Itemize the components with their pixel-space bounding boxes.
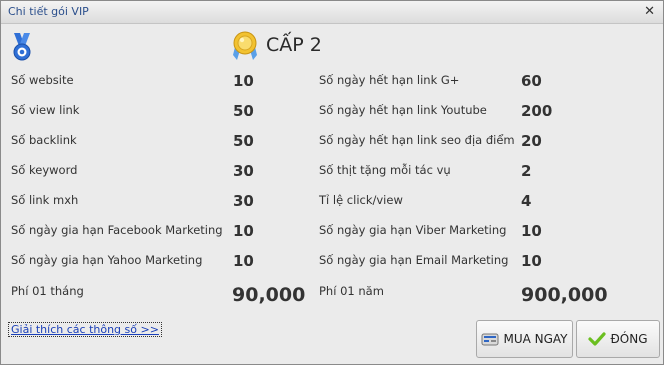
stat-row-youtube-expiry: Số ngày hết hạn link Youtube (319, 103, 487, 123)
stat-value: 50 (233, 132, 254, 150)
stat-label: Số ngày gia hạn Yahoo Marketing (11, 253, 203, 267)
buy-now-button[interactable]: MUA NGAY (476, 320, 573, 358)
stat-row-gplus-expiry: Số ngày hết hạn link G+ (319, 73, 459, 93)
stat-label: Số ngày hết hạn link Youtube (319, 103, 487, 117)
stat-row-email-days: Số ngày gia hạn Email Marketing (319, 253, 508, 273)
stat-label: Số website (11, 73, 74, 87)
stat-row-click-view-ratio: Tỉ lệ click/view (319, 193, 403, 213)
stat-value: 10 (233, 252, 254, 270)
stat-row-social-link: Số link mxh (11, 193, 78, 213)
stat-row-view-link: Số view link (11, 103, 79, 123)
monthly-fee-label: Phí 01 tháng (11, 284, 84, 298)
explain-parameters-link[interactable]: Giải thích các thông số >> (8, 322, 162, 337)
stat-value: 200 (521, 102, 553, 120)
level-title: CẤP 2 (266, 34, 322, 56)
stat-value: 50 (233, 102, 254, 120)
stat-row-facebook-days: Số ngày gia hạn Facebook Marketing (11, 223, 223, 243)
stat-label: Số ngày hết hạn link G+ (319, 73, 460, 87)
stat-value: 4 (521, 192, 532, 210)
stat-value: 30 (233, 192, 254, 210)
window-title: Chi tiết gói VIP (8, 5, 89, 18)
stat-value: 10 (521, 222, 542, 240)
stat-label: Số view link (11, 103, 80, 117)
stat-label: Số ngày hết hạn link seo địa điểm (319, 133, 515, 147)
close-button[interactable]: ĐÓNG (576, 320, 660, 358)
stat-label: Số backlink (11, 133, 77, 147)
buy-now-label: MUA NGAY (503, 332, 568, 346)
stat-label: Số link mxh (11, 193, 79, 207)
stat-value: 20 (521, 132, 542, 150)
stat-row-viber-days: Số ngày gia hạn Viber Marketing (319, 223, 506, 243)
vip-details-window: Chi tiết gói VIP ✕ CẤP 2 Số website 10 S… (0, 0, 664, 365)
stat-label: Số ngày gia hạn Email Marketing (319, 253, 509, 267)
stat-value: 10 (233, 222, 254, 240)
title-bar: Chi tiết gói VIP ✕ (1, 1, 663, 24)
stat-label: Số ngày gia hạn Facebook Marketing (11, 223, 223, 237)
close-label: ĐÓNG (610, 332, 648, 346)
stat-row-local-seo-expiry: Số ngày hết hạn link seo địa điểm (319, 133, 515, 153)
stat-value: 30 (233, 162, 254, 180)
yearly-fee-row: Phí 01 năm (319, 284, 384, 304)
gold-badge-icon (229, 31, 261, 65)
stat-label: Số keyword (11, 163, 78, 177)
yearly-fee-label: Phí 01 năm (319, 284, 384, 298)
monthly-fee-row: Phí 01 tháng (11, 284, 84, 304)
yearly-fee-value: 900,000 (521, 284, 608, 306)
dialog-body: CẤP 2 Số website 10 Số view link 50 Số b… (1, 24, 663, 364)
stat-row-backlink: Số backlink (11, 133, 77, 153)
stat-value: 60 (521, 72, 542, 90)
stat-value: 10 (521, 252, 542, 270)
stat-value: 10 (233, 72, 254, 90)
medal-icon (11, 33, 33, 65)
stat-row-bonus-per-task: Số thịt tặng mỗi tác vụ (319, 163, 451, 183)
stat-value: 2 (521, 162, 532, 180)
stat-label: Số ngày gia hạn Viber Marketing (319, 223, 507, 237)
cart-icon (481, 331, 499, 347)
checkmark-icon (588, 331, 607, 347)
stat-row-website-count: Số website (11, 73, 74, 93)
stat-label: Tỉ lệ click/view (319, 193, 403, 207)
monthly-fee-value: 90,000 (232, 284, 306, 306)
close-icon[interactable]: ✕ (644, 4, 655, 19)
stat-label: Số thịt tặng mỗi tác vụ (319, 163, 451, 177)
stat-row-keyword: Số keyword (11, 163, 77, 183)
stat-row-yahoo-days: Số ngày gia hạn Yahoo Marketing (11, 253, 202, 273)
